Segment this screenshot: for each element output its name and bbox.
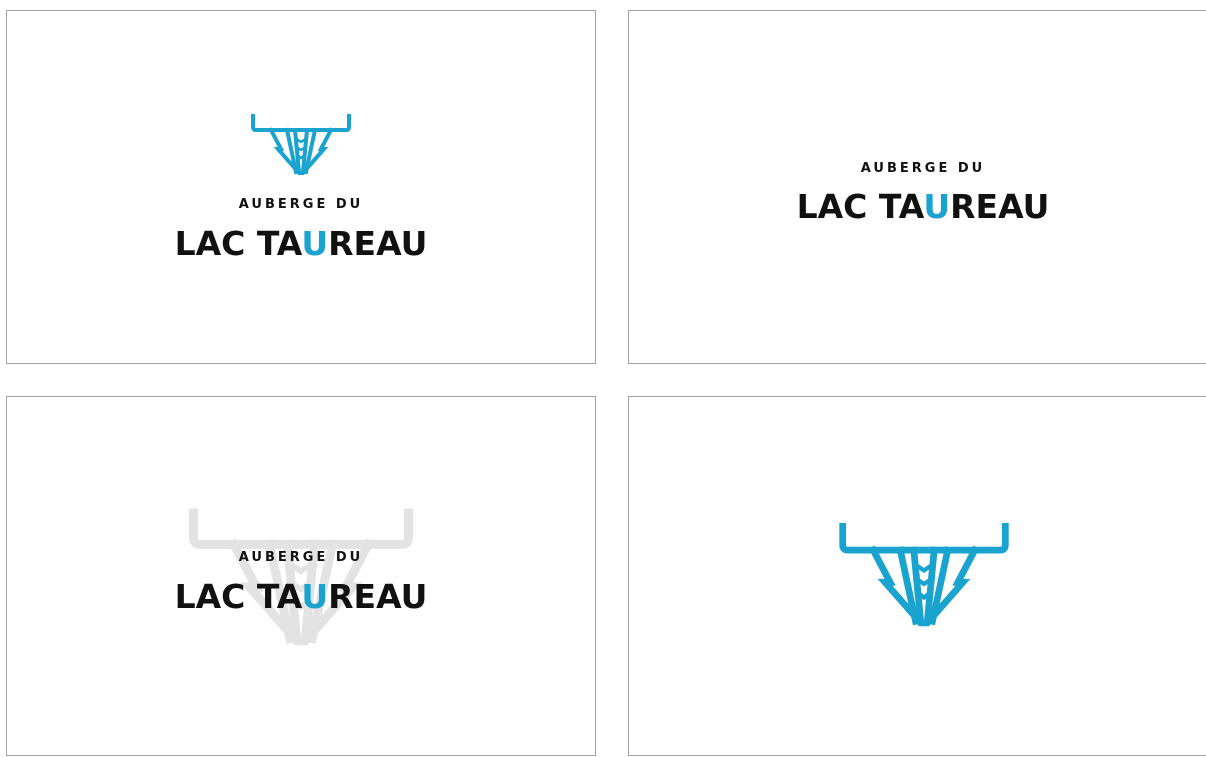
brand-tagline: AUBERGE DU bbox=[239, 197, 363, 212]
logo-artwork: AUBERGE DU LAC TAUREAU bbox=[175, 397, 428, 757]
brand-name-part-1: LAC TA bbox=[175, 577, 303, 616]
brand-tagline: AUBERGE DU bbox=[861, 161, 985, 176]
brand-name-part-2: REAU bbox=[328, 577, 427, 616]
logo-card-watermark: AUBERGE DU LAC TAUREAU bbox=[6, 396, 596, 756]
bull-head-icon bbox=[251, 114, 351, 175]
logo-card-icon-only bbox=[628, 396, 1206, 756]
logo-card-wordmark: AUBERGE DU LAC TAUREAU bbox=[628, 10, 1206, 364]
brand-name-highlight: U bbox=[301, 224, 328, 263]
brand-name: LAC TAUREAU bbox=[797, 187, 1050, 226]
brand-name-highlight: U bbox=[301, 577, 328, 616]
bull-head-icon bbox=[843, 526, 1006, 623]
logo-artwork: AUBERGE DU LAC TAUREAU bbox=[797, 161, 1050, 226]
brand-name-part-2: REAU bbox=[950, 187, 1049, 226]
brand-name-highlight: U bbox=[923, 187, 950, 226]
brand-name: LAC TAUREAU bbox=[175, 577, 428, 616]
logo-artwork bbox=[629, 397, 1206, 757]
logo-card-icon-above: AUBERGE DU LAC TAUREAU bbox=[6, 10, 596, 364]
brand-name-part-2: REAU bbox=[328, 224, 427, 263]
brand-name-part-1: LAC TA bbox=[797, 187, 925, 226]
brand-name: LAC TAUREAU bbox=[175, 224, 428, 263]
logo-artwork: AUBERGE DU LAC TAUREAU bbox=[175, 114, 428, 263]
brand-tagline: AUBERGE DU bbox=[239, 550, 363, 565]
brand-name-part-1: LAC TA bbox=[175, 224, 303, 263]
